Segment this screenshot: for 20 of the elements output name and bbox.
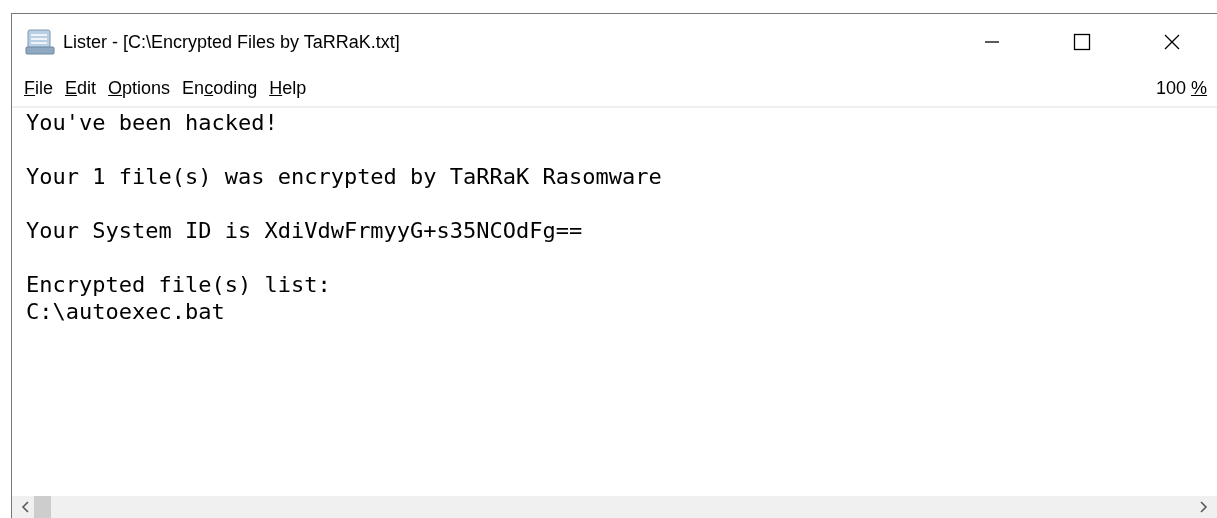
menu-item[interactable]: File	[21, 75, 62, 101]
minimize-icon	[984, 41, 1000, 43]
scroll-thumb[interactable]	[34, 496, 51, 518]
zoom-level-menu[interactable]: 100 %	[1152, 75, 1207, 101]
menu-item[interactable]: Edit	[62, 75, 106, 101]
scroll-left-icon[interactable]	[20, 500, 30, 514]
scroll-right-icon[interactable]	[1199, 500, 1209, 514]
menu-item[interactable]: Encoding	[179, 75, 267, 101]
menu-item[interactable]: Options	[105, 75, 180, 101]
close-icon	[1163, 33, 1181, 51]
text-line: You've been hacked!	[26, 109, 278, 136]
maximize-icon	[1073, 33, 1091, 51]
menu-item[interactable]: Help	[266, 75, 316, 101]
text-line: C:\autoexec.bat	[26, 298, 225, 325]
text-line: Your System ID is XdiVdwFrmyyG+s35NCOdFg==	[26, 217, 583, 244]
scanner-icon	[25, 28, 55, 56]
horizontal-scrollbar[interactable]	[12, 496, 1217, 518]
text-line: Encrypted file(s) list:	[26, 271, 331, 298]
text-line: Your 1 file(s) was encrypted by TaRRaK Rasomware	[26, 163, 662, 190]
window-title: Lister - [C:\Encrypted Files by TaRRaK.txt]	[63, 31, 401, 53]
